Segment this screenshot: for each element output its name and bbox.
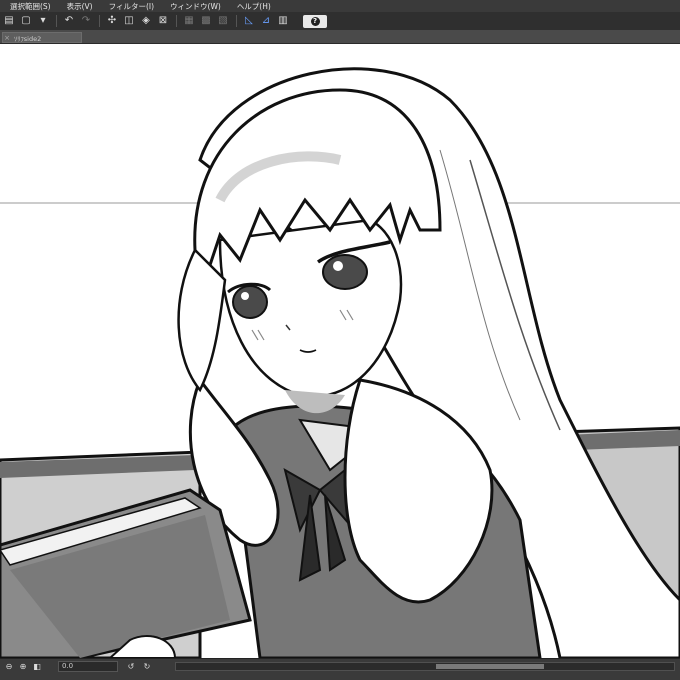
ruler-icon[interactable]: ◺ [242,14,256,28]
toolbar-divider [236,15,237,27]
drawing-canvas[interactable] [0,44,680,658]
zoom-out-icon[interactable]: ⊖ [4,662,14,672]
hair-side-left [177,247,227,393]
rotate-right-icon[interactable]: ↻ [142,662,152,672]
rotate-left-icon[interactable]: ↺ [126,662,136,672]
dropdown-icon[interactable]: ▾ [36,14,50,28]
layer-b-icon[interactable]: ▩ [199,14,213,28]
layer-c-icon[interactable]: ▧ [216,14,230,28]
illustration [0,67,680,658]
layer-a-icon[interactable]: ▦ [182,14,196,28]
menu-help[interactable]: ヘルプ(H) [237,1,271,12]
menu-view[interactable]: 表示(V) [67,1,93,12]
redo-icon[interactable]: ↷ [79,14,93,28]
close-icon[interactable]: × [3,34,11,42]
toolbar-divider [56,15,57,27]
fill-icon[interactable]: ◈ [139,14,153,28]
menu-select[interactable]: 選択範囲(S) [10,1,51,12]
tab-document[interactable]: × ｿﾘﾌside2 [2,32,82,43]
help-icon: ? [310,16,320,26]
eye-highlight [333,261,343,271]
snap-icon[interactable]: ⊿ [259,14,273,28]
menu-window[interactable]: ウィンドウ(W) [170,1,221,12]
transform-icon[interactable]: ✣ [105,14,119,28]
toolbar-divider [176,15,177,27]
scrollbar-thumb[interactable] [436,664,544,669]
eye-left [232,285,268,319]
menu-filter[interactable]: フィルター(I) [109,1,154,12]
crop-icon[interactable]: ⊠ [156,14,170,28]
save-icon[interactable]: ▢ [19,14,33,28]
navigator-icon[interactable]: ◧ [32,662,42,672]
toolbar-divider [99,15,100,27]
zoom-in-icon[interactable]: ⊕ [18,662,28,672]
grid-icon[interactable]: ▥ [276,14,290,28]
eye-highlight [241,292,249,300]
menu-bar: 選択範囲(S) 表示(V) フィルター(I) ウィンドウ(W) ヘルプ(H) [0,0,680,12]
status-bar: ⊖ ⊕ ◧ 0.0 ↺ ↻ [0,658,680,680]
document-tab-bar: × ｿﾘﾌside2 [0,30,680,44]
undo-icon[interactable]: ↶ [62,14,76,28]
new-file-icon[interactable]: ▤ [2,14,16,28]
tab-label: ｿﾘﾌside2 [14,34,42,43]
help-button[interactable]: ? [303,14,327,28]
command-bar: ▤ ▢ ▾ ↶ ↷ ✣ ◫ ◈ ⊠ ▦ ▩ ▧ ◺ ⊿ ▥ ? [0,12,680,30]
zoom-field[interactable]: 0.0 [58,661,118,672]
select-icon[interactable]: ◫ [122,14,136,28]
eye-right [322,254,368,290]
horizontal-scrollbar[interactable] [175,662,675,671]
